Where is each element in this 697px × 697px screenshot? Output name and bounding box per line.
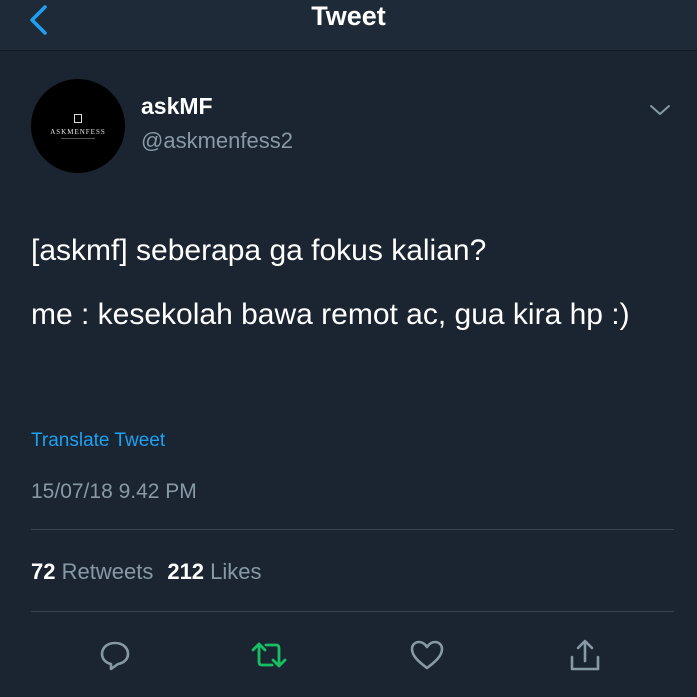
likes-stat[interactable]: 212 Likes (167, 559, 261, 584)
top-bar: Tweet (0, 0, 697, 51)
translate-tweet-link[interactable]: Translate Tweet (31, 430, 165, 452)
avatar-logo-icon (74, 113, 82, 123)
tweet-options-button[interactable] (648, 101, 672, 119)
avatar-divider (61, 137, 95, 139)
tweet-timestamp: 15/07/18 9.42 PM (31, 480, 197, 503)
author-display-name[interactable]: askMF (141, 93, 213, 120)
tweet-text: [askmf] seberapa ga fokus kalian? me : k… (31, 226, 671, 340)
retweets-stat[interactable]: 72 Retweets (31, 559, 153, 584)
avatar[interactable]: ASKMENFESS (31, 79, 125, 173)
retweet-icon (251, 642, 287, 668)
divider (31, 529, 674, 530)
share-button[interactable] (562, 632, 608, 678)
reply-icon (100, 641, 130, 671)
tweet-paragraph: me : kesekolah bawa remot ac, gua kira h… (31, 298, 630, 331)
tweet-paragraph: [askmf] seberapa ga fokus kalian? (31, 234, 487, 267)
author-handle[interactable]: @askmenfess2 (141, 128, 293, 154)
retweets-label: Retweets (61, 559, 154, 584)
tweet-actions (0, 632, 697, 678)
likes-count: 212 (167, 559, 205, 584)
tweet-stats: 72 Retweets 212 Likes (31, 559, 262, 585)
like-button[interactable] (404, 632, 450, 678)
share-icon (570, 639, 600, 671)
divider (31, 611, 674, 612)
retweets-count: 72 (31, 559, 56, 584)
retweet-button[interactable] (246, 632, 292, 678)
reply-button[interactable] (92, 632, 138, 678)
chevron-down-icon (650, 105, 670, 115)
likes-label: Likes (210, 559, 262, 584)
page-title: Tweet (311, 1, 386, 31)
heart-icon (410, 640, 444, 670)
avatar-brand-text: ASKMENFESS (50, 127, 106, 136)
